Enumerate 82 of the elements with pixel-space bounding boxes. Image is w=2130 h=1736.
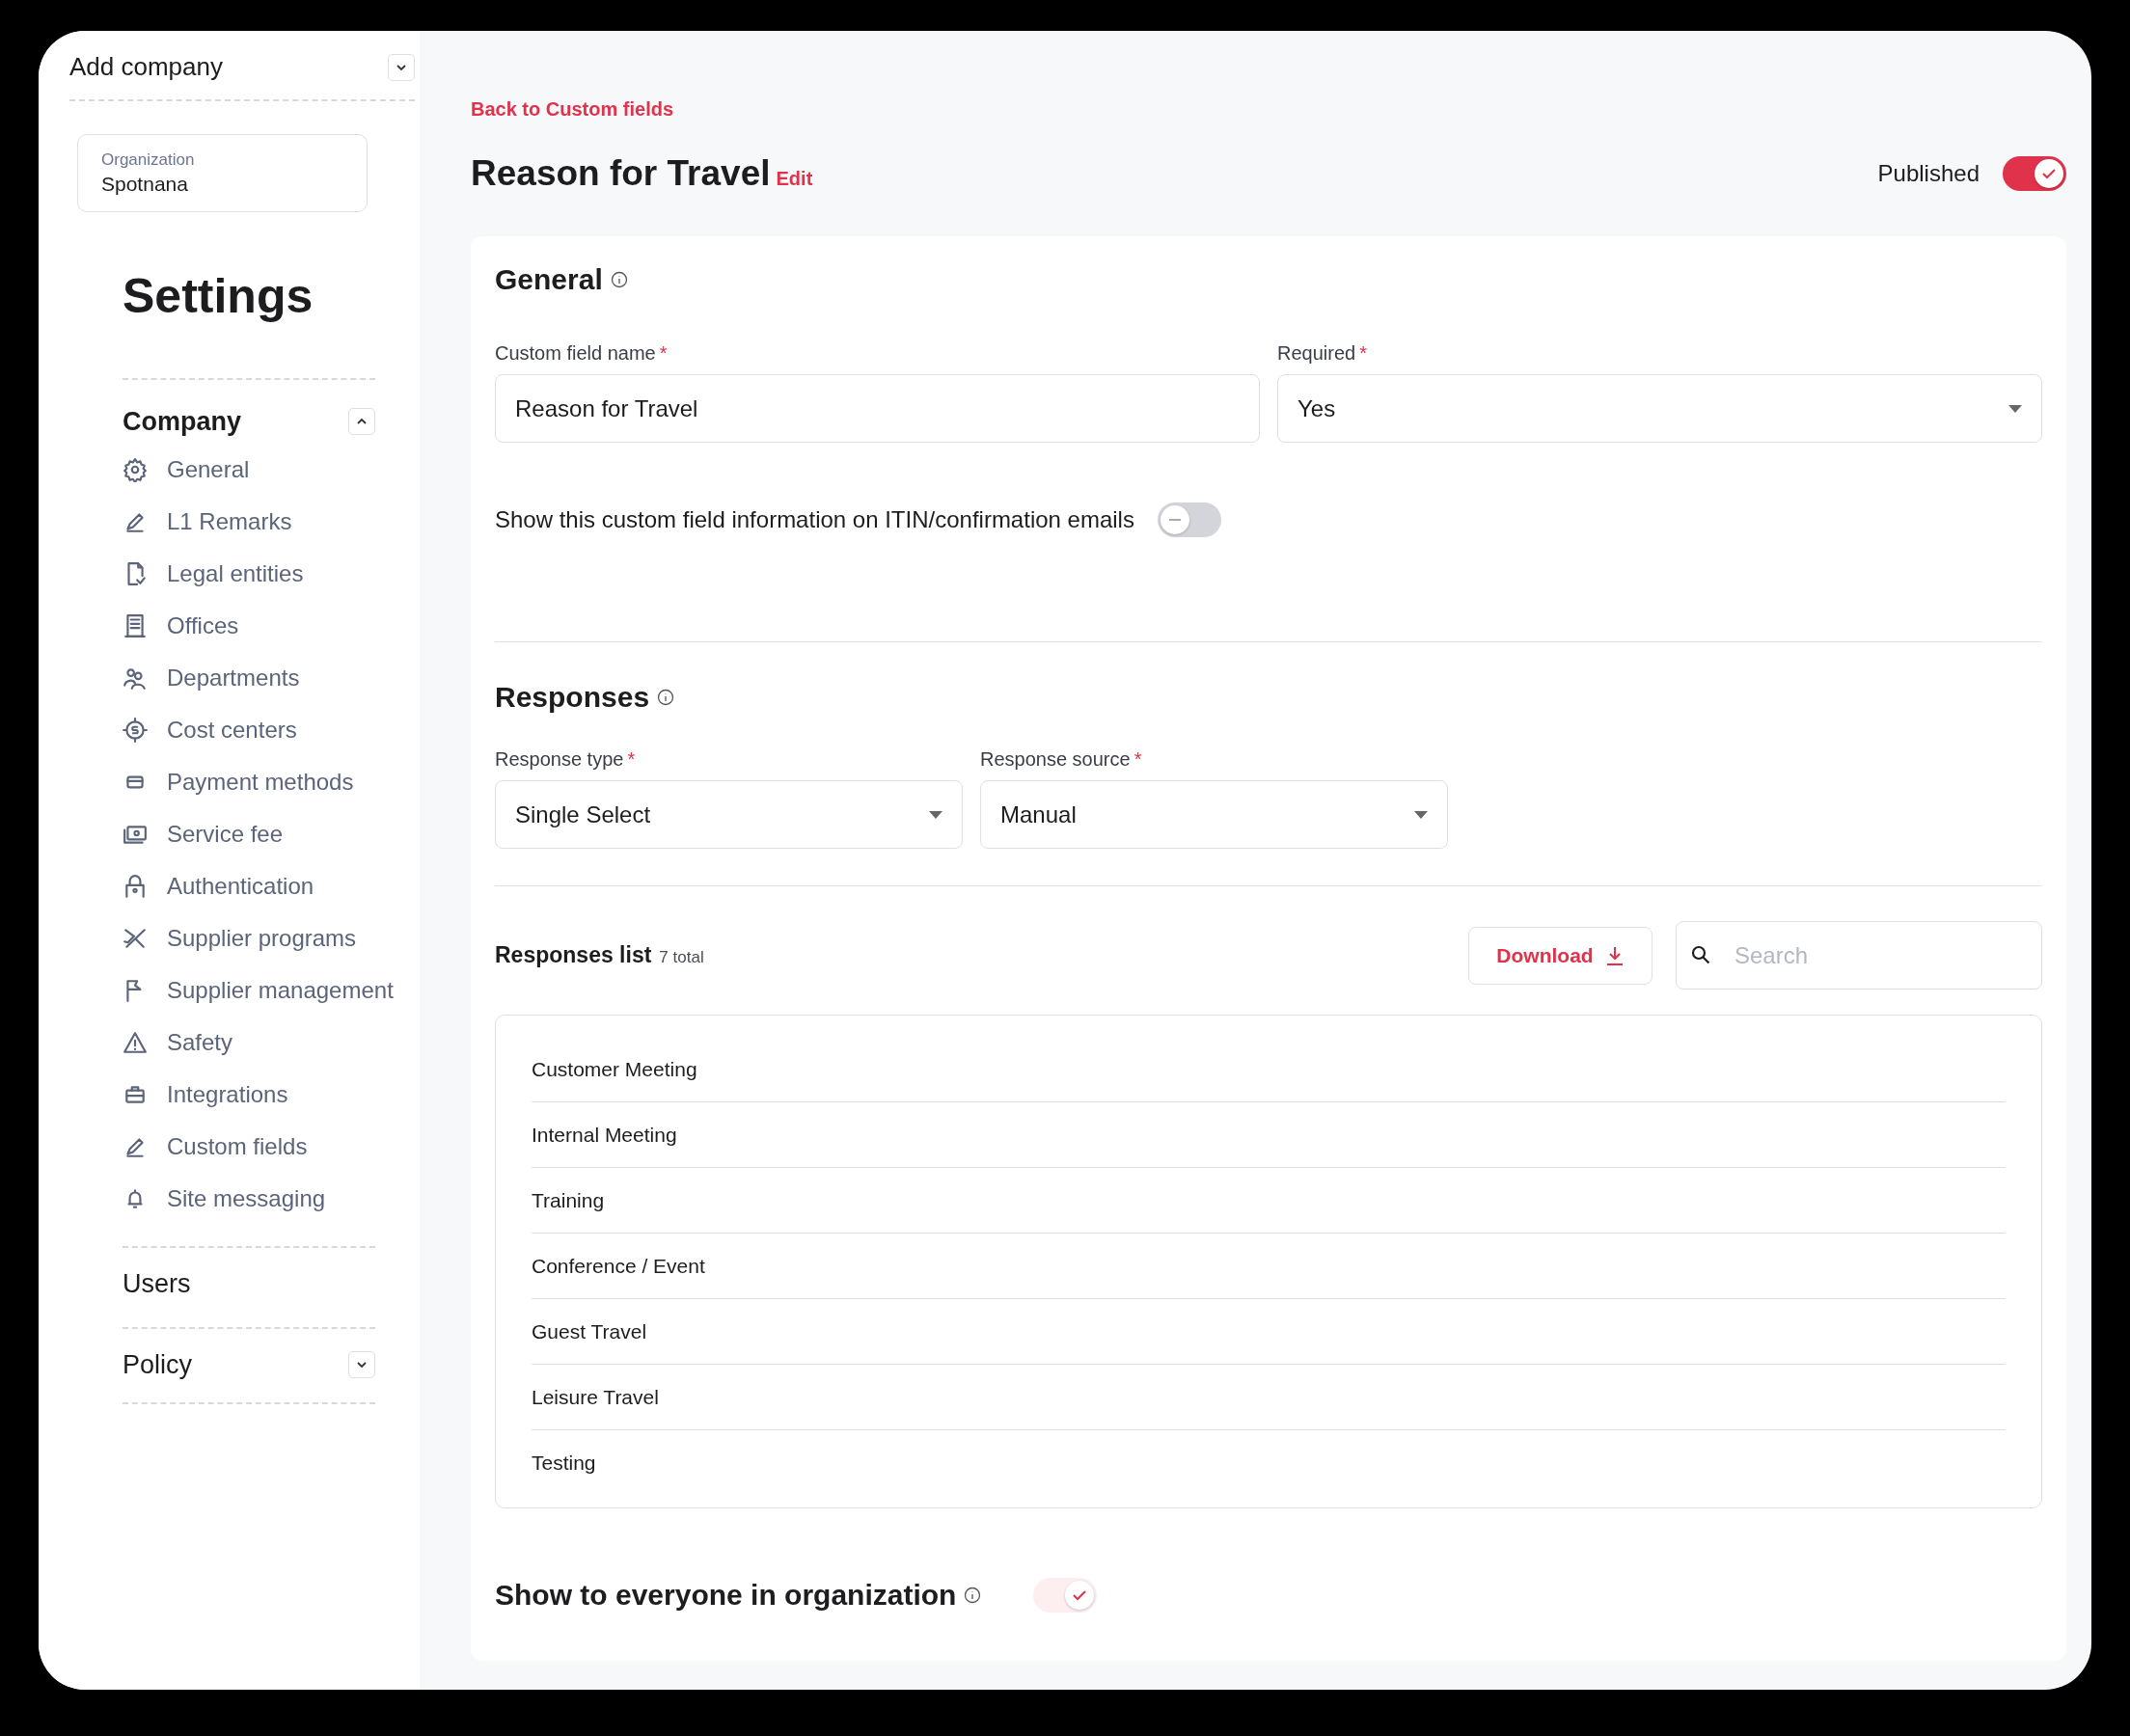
field-label: Response type * [495, 748, 637, 771]
info-icon [610, 271, 628, 288]
nav-item-label: Authentication [167, 873, 314, 900]
text-field[interactable]: Reason for Travel [495, 374, 1260, 443]
caret-icon [2008, 404, 2022, 413]
nav-item-label: Supplier programs [167, 925, 357, 952]
select-field[interactable]: Yes [1277, 374, 2042, 443]
search-field[interactable]: Search [1676, 921, 2042, 990]
nav-item-label: Custom fields [167, 1133, 308, 1160]
toggle-switch[interactable] [2003, 156, 2066, 191]
add-company-label: Add company [69, 52, 223, 82]
info-icon [964, 1587, 982, 1604]
list-title: Responses list [495, 942, 652, 967]
section-title[interactable]: Company [123, 406, 242, 437]
people-icon [123, 665, 148, 691]
nav-item[interactable]: Payment methods [123, 756, 354, 808]
gear-icon [123, 457, 148, 482]
nav-item[interactable]: Service fee [123, 808, 284, 860]
nav-item[interactable]: Offices [123, 600, 239, 652]
edit-link[interactable]: Edit [776, 168, 813, 189]
download-icon [1604, 944, 1625, 966]
nav-item-label: Safety [167, 1029, 233, 1056]
nav-item-label: General [167, 456, 250, 483]
list-item[interactable]: Customer Meeting [532, 1037, 2006, 1102]
list-item[interactable]: Conference / Event [532, 1234, 2006, 1299]
list-item[interactable]: Training [532, 1168, 2006, 1234]
nav-item-label: Departments [167, 665, 300, 692]
section-title: Responses [495, 681, 650, 714]
settings-title: Settings [123, 268, 314, 324]
section-title[interactable]: Policy [123, 1349, 193, 1380]
nav-item-label: Site messaging [167, 1185, 326, 1212]
list-count: 7 total [659, 948, 704, 966]
minus-icon [1167, 518, 1182, 522]
nav-item-label: Legal entities [167, 560, 304, 587]
select-field[interactable]: Manual [980, 780, 1448, 849]
toggle-switch[interactable] [1157, 502, 1221, 537]
nav-item[interactable]: Supplier programs [123, 912, 357, 964]
caret-icon [929, 810, 942, 819]
nav-item[interactable]: Cost centers [123, 704, 297, 756]
list-item[interactable]: Testing [532, 1430, 2006, 1496]
download-button[interactable]: Download [1468, 926, 1652, 985]
building-icon [123, 613, 148, 638]
list-item[interactable]: Internal Meeting [532, 1102, 2006, 1168]
nav-item[interactable]: L1 Remarks [123, 496, 292, 548]
nav-item[interactable]: Supplier management [123, 964, 394, 1017]
page-title: Reason for Travel [471, 153, 771, 193]
section-toggle[interactable] [348, 1351, 375, 1378]
field-label: Response source * [980, 748, 1143, 771]
list-item[interactable]: Guest Travel [532, 1299, 2006, 1365]
published-label: Published [1877, 160, 1980, 187]
select-field[interactable]: Single Select [495, 780, 963, 849]
field-label: Custom field name * [495, 342, 669, 365]
nav-item-label: Cost centers [167, 717, 297, 744]
nav-item-label: Service fee [167, 821, 284, 848]
warning-icon [123, 1030, 148, 1055]
section-title[interactable]: Users [123, 1268, 191, 1299]
section-title: Show to everyone in organization [495, 1579, 957, 1612]
nav-item[interactable]: Custom fields [123, 1121, 308, 1173]
info-icon [657, 689, 675, 706]
nav-item[interactable]: Site messaging [123, 1173, 326, 1225]
caret-icon [1414, 810, 1428, 819]
organization-field[interactable]: Organization Spotnana [77, 134, 368, 212]
nav-item[interactable]: Departments [123, 652, 300, 704]
section-title: General [495, 263, 603, 296]
nav-item-label: Offices [167, 612, 239, 639]
nav-item[interactable]: General [123, 444, 250, 496]
nav-item[interactable]: Safety [123, 1017, 233, 1069]
dollar-icon [123, 718, 148, 743]
nav-item[interactable]: Legal entities [123, 548, 304, 600]
field-label: Required * [1277, 342, 1368, 365]
lock-icon [123, 874, 148, 899]
dropdown-toggle[interactable] [388, 53, 415, 81]
toggle-label: Show this custom field information on ITIN/confirmation emails [495, 506, 1134, 533]
nav-item-label: Integrations [167, 1081, 288, 1108]
nav-item[interactable]: Integrations [123, 1069, 288, 1121]
list-item[interactable]: Leisure Travel [532, 1365, 2006, 1430]
nav-item-label: L1 Remarks [167, 508, 292, 535]
nav-item[interactable]: Authentication [123, 860, 314, 912]
back-link[interactable]: Back to Custom fields [471, 98, 674, 120]
section-toggle[interactable] [348, 408, 375, 435]
nav-item-label: Payment methods [167, 769, 354, 796]
nav-item-label: Supplier management [167, 977, 394, 1004]
